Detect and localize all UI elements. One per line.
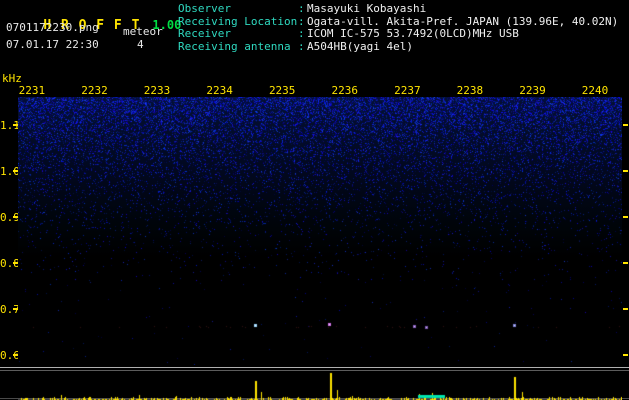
- x-tick-label: 2238: [456, 84, 484, 97]
- spectrogram-canvas: [18, 97, 622, 365]
- separator-line: [0, 370, 629, 371]
- hrofft-window: H R O F F T 1.00 0701172230.png meteor 07…: [0, 0, 629, 400]
- x-tick-label: 2240: [581, 84, 609, 97]
- output-filename: 0701172230.png: [6, 21, 99, 34]
- tick-mark: [623, 354, 628, 356]
- x-tick-label: 2231: [18, 84, 46, 97]
- x-tick-label: 2232: [81, 84, 108, 97]
- info-label: Receiver: [178, 27, 231, 40]
- x-tick-label: 2233: [143, 84, 171, 97]
- info-separator: :: [298, 2, 305, 15]
- info-row-observer: Observer: Masayuki Kobayashi: [178, 2, 618, 16]
- x-tick-label: 2235: [268, 84, 296, 97]
- amplitude-strip-canvas: [18, 372, 622, 400]
- x-tick-label: 2239: [519, 84, 546, 97]
- info-label: Observer: [178, 2, 231, 15]
- tick-mark: [623, 170, 628, 172]
- info-row-antenna: Receiving antenna: A504HB(yagi 4el): [178, 39, 618, 54]
- info-value: A504HB(yagi 4el): [307, 39, 413, 53]
- station-info: Observer: Masayuki Kobayashi Receiving Lo…: [178, 2, 618, 54]
- observation-datetime: 07.01.17 22:30: [6, 38, 99, 51]
- info-row-receiver: Receiver: ICOM IC-575 53.7492(0LCD)MHz US…: [178, 27, 618, 41]
- x-tick-label: 2237: [394, 84, 421, 97]
- x-tick-label: 2236: [331, 84, 359, 97]
- info-value: Masayuki Kobayashi: [307, 2, 427, 15]
- tick-mark: [623, 262, 628, 264]
- tick-mark: [623, 308, 628, 310]
- info-separator: :: [298, 39, 305, 53]
- tick-mark: [623, 216, 628, 218]
- observation-mode: meteor: [123, 25, 163, 38]
- x-tick-label: 2234: [206, 84, 233, 97]
- info-separator: :: [298, 27, 305, 40]
- tick-mark: [623, 124, 628, 126]
- separator-line: [0, 367, 629, 368]
- info-label: Receiving antenna: [178, 39, 291, 53]
- info-value: ICOM IC-575 53.7492(0LCD)MHz USB: [307, 27, 519, 40]
- spectrogram-area: [18, 97, 622, 365]
- echo-count: 4: [137, 38, 144, 51]
